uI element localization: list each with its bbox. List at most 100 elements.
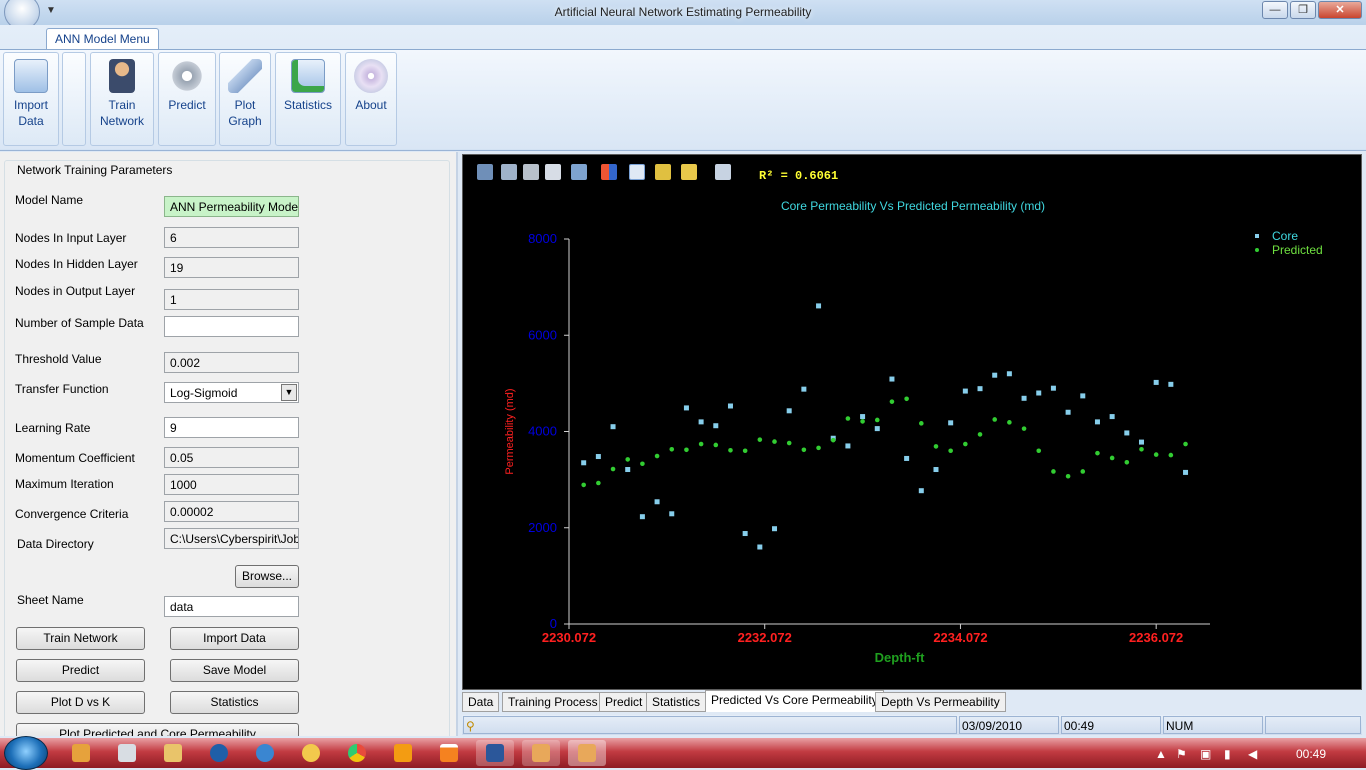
core-point: [1050, 385, 1056, 391]
transfer-function-label: Transfer Function: [15, 382, 109, 396]
x-tick-label: 2236.072: [1129, 630, 1183, 645]
predicted-point: [919, 421, 924, 426]
core-point: [1036, 390, 1042, 396]
chart-area: R² = 0.6061 Core Permeability Vs Predict…: [462, 154, 1362, 690]
taskbar-ann-app[interactable]: [568, 740, 606, 766]
taskbar: ▲ ⚑ ▣ ▮ ◀ 00:49: [0, 736, 1366, 770]
taskbar-chrome[interactable]: [338, 740, 376, 766]
train-network-label: Train Network: [99, 98, 144, 128]
core-point: [581, 460, 587, 466]
predicted-point: [1036, 448, 1042, 454]
train-network-action-button[interactable]: Train Network: [16, 627, 145, 650]
ribbon-separator-button[interactable]: [62, 52, 86, 146]
hidden-layer-label: Nodes In Hidden Layer: [15, 257, 138, 271]
plot-predicted-core-button[interactable]: Plot Predicted and Core Permeability: [16, 723, 299, 736]
import-data-action-button[interactable]: Import Data: [170, 627, 299, 650]
max-iteration-field[interactable]: 1000: [164, 474, 299, 495]
predicted-point: [1007, 420, 1012, 425]
core-point: [889, 376, 895, 382]
import-data-button[interactable]: Import Data: [3, 52, 59, 146]
mail-upload-icon: [291, 59, 325, 93]
tab-depth-vs-permeability[interactable]: Depth Vs Permeability: [875, 692, 1006, 712]
statistics-button[interactable]: Statistics: [275, 52, 341, 146]
core-point: [1109, 414, 1115, 420]
tab-data[interactable]: Data: [462, 692, 500, 712]
network-icon[interactable]: ▮: [1224, 747, 1231, 761]
taskbar-hp[interactable]: [200, 740, 238, 766]
taskbar-vlc[interactable]: [430, 740, 468, 766]
maximize-button[interactable]: ❐: [1290, 1, 1316, 19]
predict-action-button[interactable]: Predict: [16, 659, 145, 682]
chevron-down-icon[interactable]: ▼: [281, 384, 297, 401]
learning-rate-label: Learning Rate: [15, 421, 91, 435]
taskbar-app-5[interactable]: [246, 740, 284, 766]
core-point: [1124, 430, 1130, 436]
close-button[interactable]: ✕: [1318, 1, 1362, 19]
status-extra: [1265, 716, 1361, 734]
tab-predict[interactable]: Predict: [599, 692, 649, 712]
taskbar-app-8[interactable]: [384, 740, 422, 766]
flag-icon[interactable]: ⚑: [1176, 747, 1187, 761]
model-name-field[interactable]: ANN Permeability Model: [164, 196, 299, 217]
chart-panel: R² = 0.6061 Core Permeability Vs Predict…: [460, 152, 1366, 736]
output-layer-field[interactable]: 1: [164, 289, 299, 310]
taskbar-app-2-icon: [118, 744, 136, 762]
learning-rate-field[interactable]: 9: [164, 417, 299, 438]
start-button[interactable]: [4, 736, 48, 770]
core-point: [669, 511, 675, 517]
core-point: [772, 526, 778, 532]
speaker-muted-icon[interactable]: ◀: [1248, 747, 1257, 761]
hidden-layer-field[interactable]: 19: [164, 257, 299, 278]
person-icon: [109, 59, 135, 93]
core-point: [698, 419, 704, 425]
save-model-button[interactable]: Save Model: [170, 659, 299, 682]
taskbar-app-8-icon: [394, 744, 412, 762]
transfer-function-value: Log-Sigmoid: [170, 386, 238, 400]
train-network-button[interactable]: Train Network: [90, 52, 154, 146]
browse-button[interactable]: Browse...: [235, 565, 299, 588]
tab-predicted-vs-core[interactable]: Predicted Vs Core Permeability: [705, 690, 884, 712]
predicted-point: [684, 447, 689, 453]
statistics-action-button[interactable]: Statistics: [170, 691, 299, 714]
taskbar-messenger[interactable]: [292, 740, 330, 766]
taskbar-app-2[interactable]: [108, 740, 146, 766]
predicted-point: [889, 399, 895, 404]
predicted-point: [992, 417, 998, 422]
clock[interactable]: 00:49: [1296, 747, 1326, 761]
taskbar-app-1[interactable]: [62, 740, 100, 766]
plot-d-vs-k-button[interactable]: Plot D vs K: [16, 691, 145, 714]
y-axis-label: Permeability (md): [504, 388, 516, 474]
minimize-button[interactable]: —: [1262, 1, 1288, 19]
transfer-function-select[interactable]: Log-Sigmoid ▼: [164, 382, 299, 403]
sheet-name-field[interactable]: data: [164, 596, 299, 617]
tab-training-process[interactable]: Training Process: [502, 692, 604, 712]
taskbar-app-11[interactable]: [522, 740, 560, 766]
core-point: [1138, 439, 1144, 445]
input-layer-label: Nodes In Input Layer: [15, 231, 127, 245]
y-tick-label: 6000: [528, 327, 557, 342]
momentum-field[interactable]: 0.05: [164, 447, 299, 468]
data-directory-field[interactable]: C:\Users\Cyberspirit\Job: [164, 528, 299, 549]
y-tick-label: 4000: [528, 424, 557, 439]
device-icon[interactable]: ▣: [1200, 747, 1211, 761]
plot-graph-button[interactable]: Plot Graph: [219, 52, 271, 146]
predicted-point: [933, 444, 939, 449]
core-point: [1080, 393, 1086, 399]
about-button[interactable]: About: [345, 52, 397, 146]
convergence-field[interactable]: 0.00002: [164, 501, 299, 522]
core-point: [1168, 381, 1174, 387]
predict-button[interactable]: Predict: [158, 52, 216, 146]
predicted-point: [1051, 469, 1056, 474]
tab-statistics[interactable]: Statistics: [646, 692, 707, 712]
core-point: [801, 386, 807, 392]
input-layer-field[interactable]: 6: [164, 227, 299, 248]
about-label: About: [355, 98, 387, 112]
taskbar-word[interactable]: [476, 740, 514, 766]
tab-ann-model-menu[interactable]: ANN Model Menu: [46, 28, 159, 49]
tray-expand-icon[interactable]: ▲: [1155, 747, 1167, 761]
taskbar-explorer[interactable]: [154, 740, 192, 766]
core-point: [654, 499, 660, 505]
threshold-field[interactable]: 0.002: [164, 352, 299, 373]
status-time: 00:49: [1061, 716, 1161, 734]
sample-data-field[interactable]: [164, 316, 299, 337]
